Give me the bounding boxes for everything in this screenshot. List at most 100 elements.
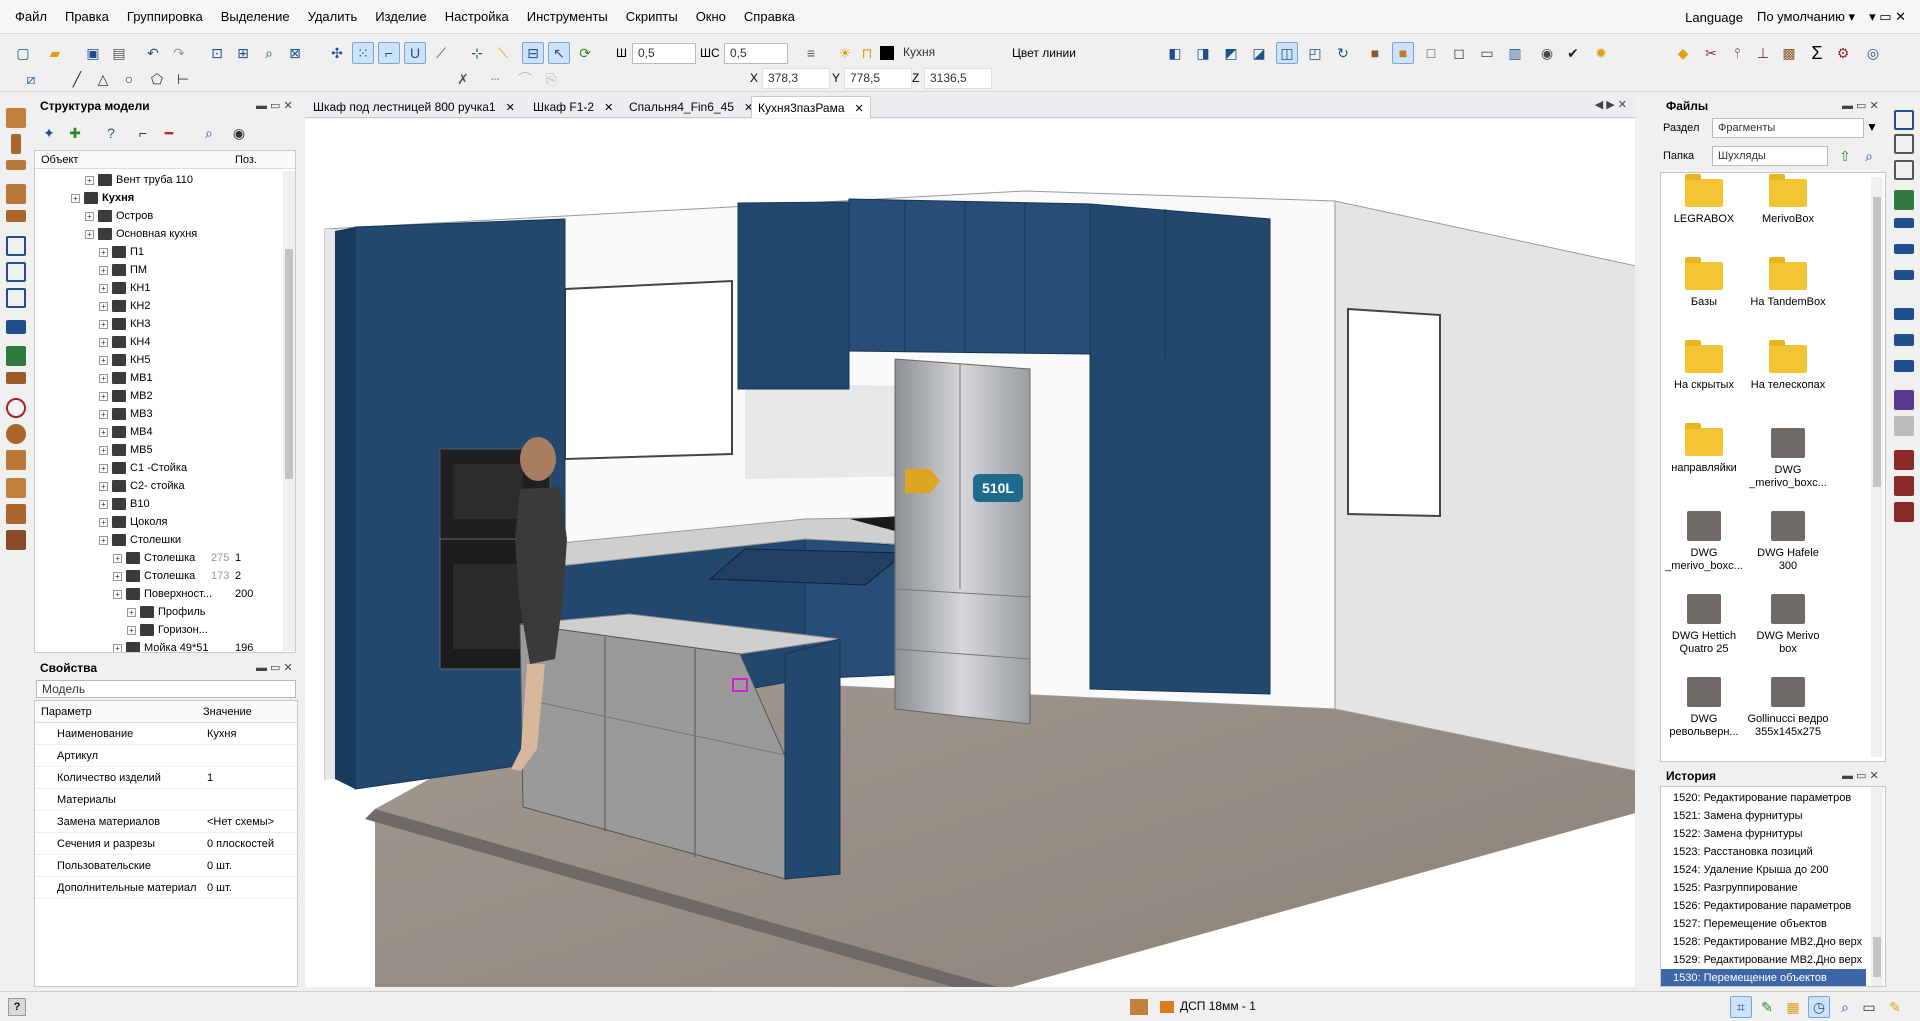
cube-tool-icon[interactable]: ◆ xyxy=(1672,42,1694,64)
expand-toggle-icon[interactable]: + xyxy=(99,481,108,491)
offset-icon[interactable]: ⎘ xyxy=(540,68,562,90)
folder-up-icon[interactable]: ⇧ xyxy=(1834,145,1856,167)
expand-toggle-icon[interactable]: + xyxy=(99,391,108,401)
document-tab[interactable]: Шкаф F1-2 ✕ xyxy=(527,96,619,118)
menu-item[interactable]: Файл xyxy=(6,0,56,34)
expand-toggle-icon[interactable]: + xyxy=(99,427,108,437)
expand-toggle-icon[interactable]: + xyxy=(113,589,122,599)
expand-toggle-icon[interactable]: + xyxy=(99,265,108,275)
expand-toggle-icon[interactable]: + xyxy=(85,211,94,221)
files-section-select[interactable]: Фрагменты xyxy=(1712,118,1864,138)
tree-link-icon[interactable]: ⌐ xyxy=(132,122,154,144)
tree-row[interactable]: + КН2 xyxy=(99,297,150,315)
history-row[interactable]: 1530: Перемещение объектов xyxy=(1661,969,1866,986)
tree-row[interactable]: + Кухня xyxy=(71,189,134,207)
render-shaded-icon[interactable]: ■ xyxy=(1392,42,1414,64)
tree-row[interactable]: + Столешка xyxy=(113,567,195,585)
sum-icon[interactable]: Σ xyxy=(1806,42,1828,64)
camera-icon[interactable]: ◉ xyxy=(1536,42,1558,64)
x-coord-input[interactable]: 378,3 xyxy=(762,68,830,89)
expand-toggle-icon[interactable]: + xyxy=(99,535,108,545)
tree-row[interactable]: + МВ4 xyxy=(99,423,153,441)
expand-toggle-icon[interactable]: + xyxy=(99,409,108,419)
files-folder-select[interactable]: Шухляды xyxy=(1712,146,1828,166)
status-hint-icon[interactable]: ✎ xyxy=(1884,996,1906,1018)
document-tab[interactable]: Спальня4_Fin6_45 ✕ xyxy=(623,96,759,118)
polygon-icon[interactable]: ⬠ xyxy=(146,68,168,90)
profile-icon[interactable] xyxy=(6,320,26,334)
tree-row[interactable]: + КН5 xyxy=(99,351,150,369)
shelf-icon[interactable] xyxy=(6,288,26,308)
select-mode-icon[interactable]: ⊟ xyxy=(522,42,544,64)
tree-visibility-icon[interactable]: ◉ xyxy=(228,122,250,144)
expand-toggle-icon[interactable]: + xyxy=(99,319,108,329)
status-edit-icon[interactable]: ✎ xyxy=(1756,996,1778,1018)
tree-row[interactable]: + С1 -Стойка xyxy=(99,459,187,477)
cursor-icon[interactable]: ↖ xyxy=(548,42,570,64)
trim-icon[interactable]: ✗ xyxy=(452,68,474,90)
property-value[interactable]: 0 шт. xyxy=(207,877,232,899)
file-item[interactable]: На телескопах xyxy=(1747,340,1829,392)
measure-icon[interactable]: ⊹ xyxy=(466,42,488,64)
file-item[interactable]: DWG _merivo_boxc... xyxy=(1663,511,1745,573)
fillet-icon[interactable]: ⌒ xyxy=(514,68,536,90)
files-search-icon[interactable]: ⌕ xyxy=(1858,145,1880,167)
material-icon[interactable] xyxy=(1894,390,1914,410)
files-scrollbar[interactable] xyxy=(1871,177,1883,757)
menu-item[interactable]: Удалить xyxy=(299,0,367,34)
file-item[interactable]: DWG _merivo_boxc... xyxy=(1747,428,1829,490)
tree-row[interactable]: + П1 xyxy=(99,243,144,261)
tree-row[interactable]: + Горизон... xyxy=(127,621,208,639)
menu-item[interactable]: Выделение xyxy=(212,0,299,34)
bulb-icon[interactable]: ☀ xyxy=(834,42,856,64)
layers-icon[interactable]: ≡ xyxy=(800,42,822,64)
save-icon[interactable]: ▣ xyxy=(82,42,104,64)
edge-tool-icon[interactable]: ⊥ xyxy=(1752,42,1774,64)
render-textured-icon[interactable]: ■ xyxy=(1364,42,1386,64)
property-row[interactable]: Материалы xyxy=(35,789,297,811)
property-row[interactable]: Замена материалов <Нет схемы> xyxy=(35,811,297,833)
status-window-icon[interactable]: ▭ xyxy=(1858,996,1880,1018)
menu-item[interactable]: Изделие xyxy=(366,0,435,34)
expand-toggle-icon[interactable]: + xyxy=(99,247,108,257)
workplane-icon[interactable]: ⧄ xyxy=(20,68,42,90)
file-item[interactable]: DWG Hettich Quatro 25 xyxy=(1663,594,1745,656)
undo-icon[interactable]: ↶ xyxy=(142,42,164,64)
expand-toggle-icon[interactable]: + xyxy=(99,445,108,455)
open-folder-icon[interactable]: ▰ xyxy=(44,42,66,64)
section-icon[interactable]: ▥ xyxy=(1504,42,1526,64)
edge-band-add-icon[interactable] xyxy=(1894,244,1914,254)
tree-row[interactable]: + Остров xyxy=(85,207,153,225)
expand-toggle-icon[interactable]: + xyxy=(99,463,108,473)
history-controls[interactable]: ▬ ▭ ✕ xyxy=(1842,766,1879,786)
expand-toggle-icon[interactable]: + xyxy=(85,175,94,185)
z-coord-input[interactable]: 3136,5 xyxy=(924,68,992,89)
expand-toggle-icon[interactable]: + xyxy=(113,553,122,563)
render-hidden-icon[interactable]: ◻ xyxy=(1448,42,1470,64)
print-icon[interactable]: ▤ xyxy=(108,42,130,64)
model-structure-controls[interactable]: ▬ ▭ ✕ xyxy=(256,96,293,116)
file-item[interactable]: На скрытых xyxy=(1663,340,1745,392)
property-value[interactable]: 1 xyxy=(207,767,213,789)
property-row[interactable]: Сечения и разрезы 0 плоскостей xyxy=(35,833,297,855)
expand-toggle-icon[interactable]: + xyxy=(99,373,108,383)
line-color-label[interactable]: Цвет линии xyxy=(1012,43,1076,64)
tree-scrollbar[interactable] xyxy=(283,171,295,651)
view-iso-icon[interactable]: ◫ xyxy=(1276,42,1298,64)
tab-close-icon[interactable]: ✕ xyxy=(506,102,515,114)
menu-item[interactable]: Инструменты xyxy=(518,0,617,34)
property-row[interactable]: Количество изделий 1 xyxy=(35,767,297,789)
tree-row[interactable]: + В10 xyxy=(99,495,150,513)
history-row[interactable]: 1528: Редактирование МВ2.Дно верх xyxy=(1661,933,1866,951)
property-value[interactable]: Кухня xyxy=(207,723,236,745)
view-right-icon[interactable]: ◪ xyxy=(1248,42,1270,64)
rotate-view-icon[interactable]: ↻ xyxy=(1332,42,1354,64)
expand-toggle-icon[interactable]: + xyxy=(71,193,80,203)
tree-row[interactable]: + Поверхност... xyxy=(113,585,212,603)
layout-icon[interactable] xyxy=(1894,110,1914,130)
tree-scroll-thumb[interactable] xyxy=(285,249,293,479)
files-filter-icon[interactable]: ▼ xyxy=(1866,120,1878,134)
tree-row[interactable]: + Вент труба 110 xyxy=(85,171,193,189)
light-icon[interactable]: ✹ xyxy=(1590,42,1612,64)
tree-row[interactable]: + Профиль xyxy=(127,603,206,621)
